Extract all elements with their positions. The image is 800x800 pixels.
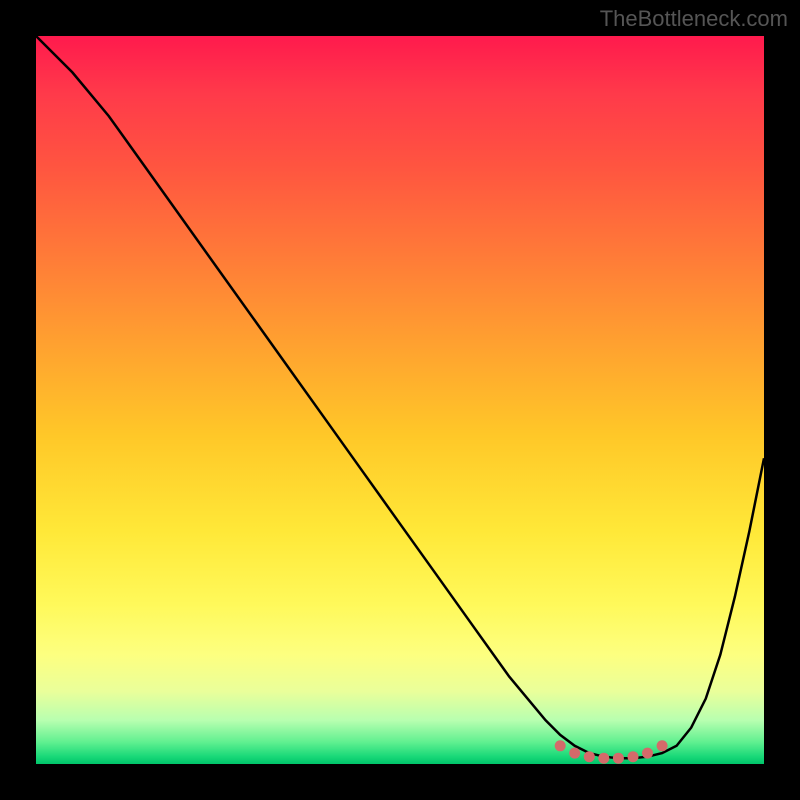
flat-dot bbox=[555, 740, 566, 751]
flat-dot bbox=[613, 753, 624, 764]
curve-svg bbox=[36, 36, 764, 764]
watermark-text: TheBottleneck.com bbox=[600, 6, 788, 32]
flat-dot bbox=[569, 748, 580, 759]
flat-dot bbox=[642, 748, 653, 759]
flat-dot bbox=[598, 753, 609, 764]
flat-dot bbox=[628, 751, 639, 762]
flat-dot bbox=[657, 740, 668, 751]
plot-area bbox=[36, 36, 764, 764]
bottleneck-curve bbox=[36, 36, 764, 758]
flat-dot bbox=[584, 751, 595, 762]
